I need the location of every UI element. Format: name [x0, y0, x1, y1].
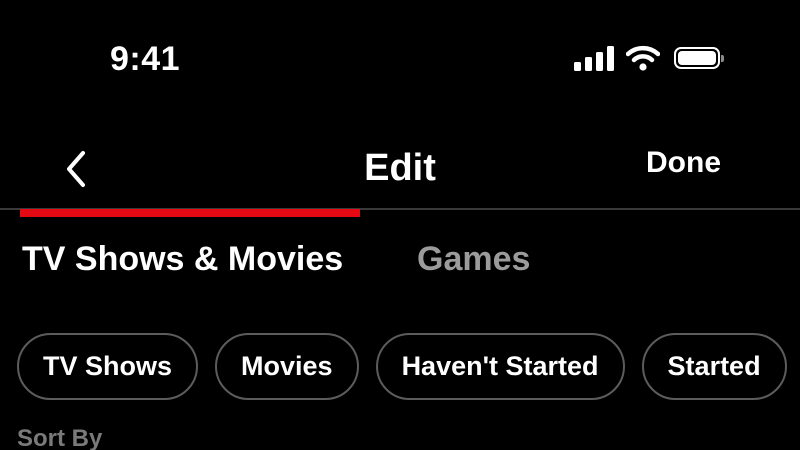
tab-tv-shows-movies[interactable]: TV Shows & Movies	[22, 240, 343, 279]
tab-games[interactable]: Games	[417, 240, 530, 279]
filter-chip-tv-shows[interactable]: TV Shows	[17, 333, 199, 400]
filter-chip-havent-started[interactable]: Haven't Started	[375, 333, 625, 400]
filter-chips: TV Shows Movies Haven't Started Started	[17, 333, 787, 400]
sort-by-label: Sort By	[17, 425, 103, 450]
edit-screen: 9:41 Edit Done TV Shows & Movies Games T…	[0, 0, 800, 450]
cellular-signal-icon	[574, 45, 614, 71]
done-button[interactable]: Done	[646, 146, 721, 180]
status-time: 9:41	[110, 40, 181, 78]
tab-selected-indicator	[20, 209, 360, 217]
battery-icon	[674, 47, 724, 69]
filter-chip-movies[interactable]: Movies	[215, 333, 359, 400]
status-icons	[574, 45, 724, 71]
wifi-icon	[626, 45, 660, 71]
filter-chip-started[interactable]: Started	[641, 333, 787, 400]
